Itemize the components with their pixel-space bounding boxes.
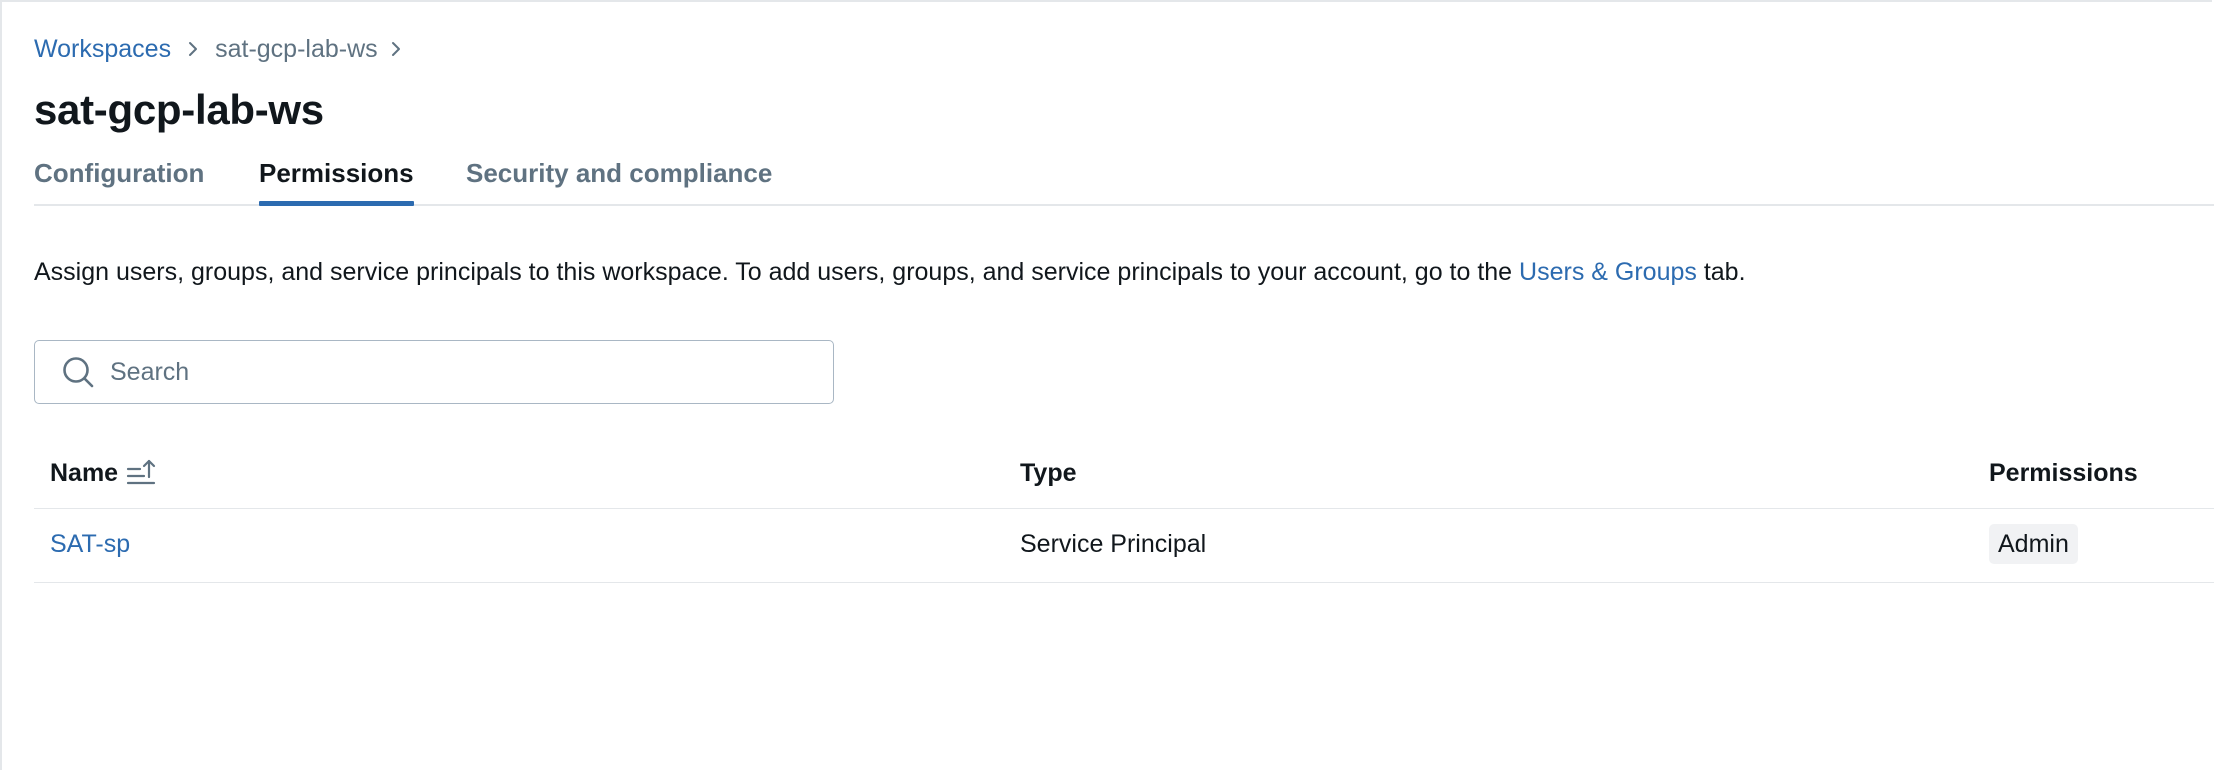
table-row: SAT-sp Service Principal Admin xyxy=(34,509,2214,583)
tab-bar: Configuration Permissions Security and c… xyxy=(34,154,2214,206)
principal-name-link[interactable]: SAT-sp xyxy=(50,527,130,561)
users-groups-link[interactable]: Users & Groups xyxy=(1519,258,1697,286)
breadcrumb-workspace-item: sat-gcp-lab-ws xyxy=(215,35,378,63)
permissions-table: Name Type Permissions SAT-sp Service Pri… xyxy=(34,446,2214,583)
column-header-type: Type xyxy=(1020,459,1077,487)
description-text-end: tab. xyxy=(1696,258,1746,286)
tab-permissions[interactable]: Permissions xyxy=(259,154,414,206)
search-icon xyxy=(60,354,96,390)
permission-badge: Admin xyxy=(1989,524,2078,564)
column-header-name-label: Name xyxy=(50,459,119,487)
chevron-right-icon xyxy=(378,32,414,66)
tab-security-and-compliance[interactable]: Security and compliance xyxy=(466,154,772,204)
sort-ascending-icon[interactable] xyxy=(126,458,158,488)
search-input[interactable] xyxy=(110,352,790,392)
chevron-right-icon xyxy=(171,32,215,66)
table-header: Name Type Permissions xyxy=(34,446,2214,509)
page-title: sat-gcp-lab-ws xyxy=(34,86,324,133)
principal-type: Service Principal xyxy=(1020,530,1207,558)
description-text: Assign users, groups, and service princi… xyxy=(34,258,1520,286)
column-header-name[interactable]: Name xyxy=(50,456,158,490)
permissions-description: Assign users, groups, and service princi… xyxy=(34,253,1746,291)
breadcrumb: Workspaces sat-gcp-lab-ws xyxy=(34,32,414,66)
breadcrumb-workspaces-link[interactable]: Workspaces xyxy=(34,32,171,66)
tab-configuration[interactable]: Configuration xyxy=(34,154,204,204)
search-box[interactable] xyxy=(34,340,834,404)
column-header-permissions: Permissions xyxy=(1989,459,2138,487)
